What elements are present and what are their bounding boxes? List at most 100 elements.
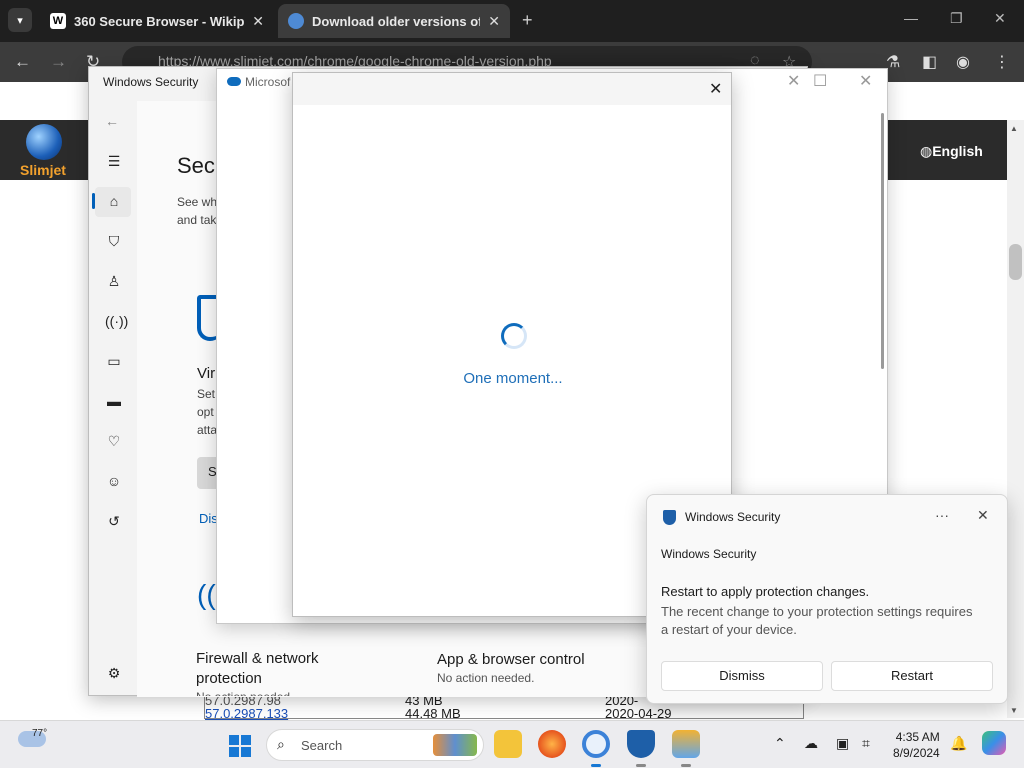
windows-security-shield-icon [663,510,676,525]
tray-chevron-up-icon[interactable]: ⌃ [774,735,786,752]
running-app-indicator [681,764,691,767]
notification-app-name: Windows Security [685,510,781,524]
new-tab-button[interactable]: + [522,10,533,31]
close-window-icon[interactable]: ✕ [859,71,872,91]
dialog-title-bar [293,73,731,105]
search-highlight-icon [433,734,477,756]
display-icon[interactable]: ▣ [836,735,849,752]
family-options-icon[interactable]: ☺ [105,473,123,491]
wikipedia-favicon-icon: W [50,13,66,29]
scroll-down-icon[interactable]: ▼ [1010,706,1018,715]
device-security-icon[interactable]: ▬ [105,393,123,411]
network-icon[interactable]: ((·)) [105,313,128,331]
logo-text: Slimjet [20,162,66,178]
tab-wikipedia[interactable]: W 360 Secure Browser - Wikipedia ✕ [40,4,274,38]
chevron-down-icon: ▾ [17,14,23,27]
close-window-icon[interactable]: ✕ [994,10,1006,27]
language-label: English [932,143,983,159]
notification-body: The recent change to your protection set… [661,604,973,637]
back-arrow-icon[interactable]: ← [105,113,119,129]
dismiss-button[interactable]: Dismiss [661,661,823,691]
globe-icon [288,13,304,29]
loading-message: One moment... [463,370,563,387]
nav-active-indicator [92,193,95,209]
cloud-icon [227,77,241,86]
hamburger-menu-icon[interactable]: ☰ [105,153,123,171]
menu-icon[interactable]: ⋮ [994,52,1010,72]
active-app-indicator [591,764,601,767]
page-scroll-thumb[interactable] [1009,244,1022,280]
app-browser-control-title[interactable]: App & browser control [437,651,585,668]
windows-logo-icon [229,747,239,757]
notification-close-icon[interactable]: ✕ [977,507,989,524]
globe-icon: ◍ [920,143,933,159]
profile-avatar-icon[interactable]: ◉ [956,52,970,72]
forward-arrow-icon[interactable]: → [50,52,67,72]
windows-logo-icon [241,735,251,745]
windows-security-notification: Windows Security ··· ✕ Windows Security … [646,494,1008,704]
network-icon[interactable]: ⌗ [862,735,870,752]
virus-desc: atta [197,423,218,437]
minimize-icon[interactable]: ✕ [787,71,800,91]
device-health-icon[interactable]: ♡ [105,433,123,451]
page-subtitle: See wh [177,195,218,209]
dismiss-link[interactable]: Dis [199,511,218,526]
app-browser-icon[interactable]: ▭ [105,353,123,371]
virus-desc: Set [197,387,216,401]
scroll-up-icon[interactable]: ▲ [1010,124,1018,133]
tab-close-icon[interactable]: ✕ [252,13,264,30]
language-selector[interactable]: ◍English [920,143,983,160]
page-scrollbar[interactable] [1007,120,1024,718]
search-icon: ⌕ [277,736,285,752]
tab-slimjet[interactable]: Download older versions of Google Chrome… [278,4,510,38]
notification-heading: Restart to apply protection changes. [661,584,870,599]
dialog-close-icon[interactable]: ✕ [709,79,722,99]
notification-bell-icon[interactable]: 🔔 [950,735,967,752]
virus-desc: opt [197,405,214,419]
window-scrollbar[interactable] [881,113,884,369]
labs-icon[interactable]: ⚗ [886,52,900,72]
more-options-icon[interactable]: ··· [935,507,949,523]
account-icon[interactable]: ♙ [105,273,123,291]
windows-logo-icon [241,747,251,757]
onedrive-cloud-icon[interactable]: ☁ [804,735,818,752]
tab-search-button[interactable]: ▾ [8,8,32,32]
windows-logo-icon [229,735,239,745]
restart-button[interactable]: Restart [831,661,993,691]
history-icon[interactable]: ↺ [105,513,123,531]
virus-protection-title: Vir [197,365,216,382]
running-app-indicator [636,764,646,767]
taskbar-search[interactable]: ⌕ Search [266,729,484,761]
version-link[interactable]: 57.0.2987.133 [205,707,288,720]
slimjet-logo[interactable]: Slimjet [6,122,80,178]
restore-icon[interactable]: ❐ [950,10,963,27]
settings-gear-icon[interactable]: ⚙ [105,665,123,683]
weather-temperature: 77° [32,728,48,739]
firefox-icon[interactable] [538,730,566,758]
onedrive-folder-icon[interactable] [672,730,700,758]
system-clock[interactable]: 4:35 AM 8/9/2024 [893,729,940,761]
shield-icon[interactable]: ⛉ [105,233,123,251]
minimize-icon[interactable]: — [904,10,918,26]
date-cell: 2020-04-29 [605,706,672,721]
tab-close-icon[interactable]: ✕ [488,13,500,30]
clock-date: 8/9/2024 [893,746,940,760]
firewall-title[interactable]: Firewall & network protection [196,649,356,689]
maximize-icon[interactable]: ☐ [813,71,827,91]
notification-subtitle: Windows Security [661,547,757,561]
globe-logo-icon [26,124,62,160]
window-title: Windows Security [103,75,199,89]
windows-security-icon[interactable] [627,730,655,758]
chrome-browser-icon[interactable] [582,730,610,758]
windows-taskbar: 77° ⌕ Search ⌃ ☁ ▣ ⌗ 4:35 AM 8/9/2024 🔔 [0,720,1024,768]
start-button[interactable] [229,735,251,757]
search-label: Search [301,738,343,753]
copilot-icon[interactable] [982,731,1006,755]
home-icon[interactable]: ⌂ [105,193,123,211]
file-explorer-icon[interactable] [494,730,522,758]
tab-title: 360 Secure Browser - Wikipedia [74,13,245,29]
back-arrow-icon[interactable]: ← [14,52,31,72]
side-panel-icon[interactable]: ◧ [922,52,937,72]
window-title: Microsof [245,75,291,89]
firewall-status: No action needed. [196,690,293,696]
